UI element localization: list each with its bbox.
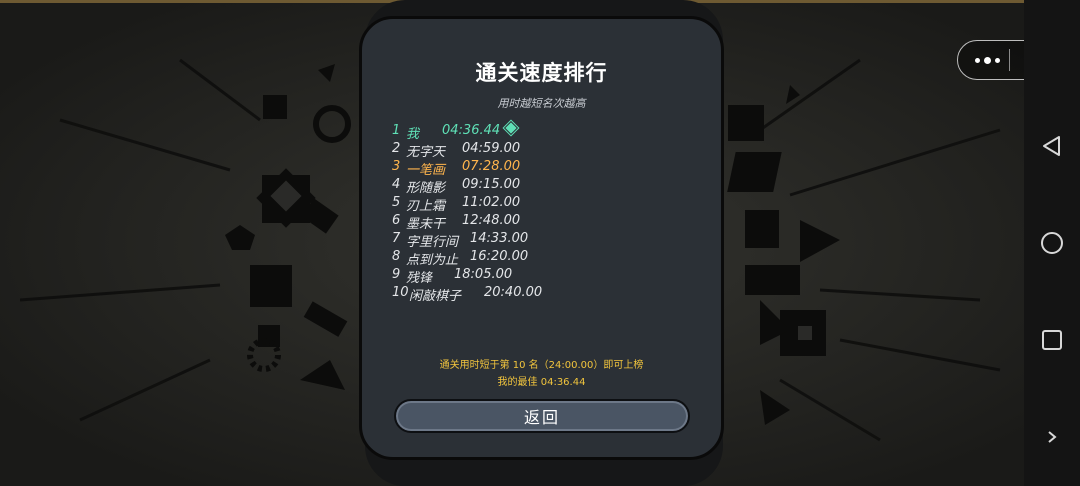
square-recents-icon[interactable] — [1038, 326, 1066, 354]
ranking-row: 4 形随影 09:15.00 — [392, 177, 692, 196]
player-name: 残锋 — [406, 271, 433, 286]
gem-icon — [504, 120, 519, 136]
time-cell: 07:28.00 — [462, 159, 520, 174]
clear-time: 04:59.00 — [462, 141, 521, 156]
rank-number: 7 — [392, 231, 401, 246]
player-name: 点到为止 — [406, 253, 459, 268]
time-cell: 20:40.00 — [484, 285, 542, 300]
ranking-row: 10 闲敲棋子 20:40.00 — [392, 285, 692, 304]
time-cell: 12:48.00 — [462, 213, 520, 228]
rank-number: 1 — [392, 123, 401, 138]
more-dots-icon[interactable] — [970, 49, 1004, 71]
player-name: 我 — [406, 127, 420, 142]
ranking-row: 7 字里行间 14:33.00 — [392, 231, 692, 250]
ranking-row: 6 墨未干 12:48.00 — [392, 213, 692, 232]
clear-time: 04:36.44 — [442, 123, 501, 138]
rank-number: 8 — [392, 249, 401, 264]
player-name: 形随影 — [406, 181, 446, 196]
rank-number: 2 — [392, 141, 401, 156]
personal-best: 我的最佳 04:36.44 — [497, 377, 586, 388]
clear-time: 11:02.00 — [462, 195, 521, 210]
ranking-list: 1 我 04:36.44 2 无字天 04:59.00 3 一笔画 07:28.00 4 形随影 09… — [392, 120, 692, 304]
player-name: 刃上霜 — [406, 199, 446, 214]
ranking-row: 9 残锋 18:05.00 — [392, 267, 692, 286]
rank-number: 5 — [392, 195, 401, 210]
time-cell: 16:20.00 — [470, 249, 528, 264]
ranking-row: 5 刃上霜 11:02.00 — [392, 195, 692, 214]
dialog-subtitle: 用时越短名次越高 — [497, 97, 586, 110]
player-name: 一笔画 — [406, 163, 446, 178]
circle-home-icon[interactable] — [1038, 229, 1066, 257]
ranking-row: 8 点到为止 16:20.00 — [392, 249, 692, 268]
back-button[interactable]: 返回 — [394, 399, 690, 433]
system-nav-bar — [1024, 0, 1080, 486]
ranking-row: 3 一笔画 07:28.00 — [392, 159, 692, 178]
player-name: 字里行间 — [406, 235, 459, 250]
clear-time: 16:20.00 — [470, 249, 529, 264]
clear-time: 07:28.00 — [462, 159, 521, 174]
rank-number: 9 — [392, 267, 401, 282]
rank-number: 6 — [392, 213, 401, 228]
clear-time: 14:33.00 — [470, 231, 529, 246]
time-cell: 09:15.00 — [462, 177, 520, 192]
player-name: 闲敲棋子 — [409, 289, 462, 304]
time-cell: 11:02.00 — [462, 195, 520, 210]
capsule-divider — [1009, 49, 1010, 71]
dialog-title: 通关速度排行 — [475, 61, 608, 85]
ranking-row: 1 我 04:36.44 — [392, 120, 692, 142]
ranking-row: 2 无字天 04:59.00 — [392, 141, 692, 160]
time-cell: 18:05.00 — [454, 267, 512, 282]
time-cell: 04:59.00 — [462, 141, 520, 156]
chevron-right-icon[interactable] — [1038, 423, 1066, 451]
clear-time: 18:05.00 — [454, 267, 513, 282]
player-name: 墨未干 — [406, 217, 446, 232]
rank-number: 4 — [392, 177, 401, 192]
player-name: 无字天 — [406, 145, 446, 160]
time-cell: 04:36.44 — [442, 120, 519, 138]
qualify-note: 通关用时短于第 10 名（24:00.00）即可上榜 — [439, 360, 644, 371]
triangle-back-icon[interactable] — [1038, 132, 1066, 160]
time-cell: 14:33.00 — [470, 231, 528, 246]
rank-number: 10 — [392, 285, 409, 300]
clear-time: 20:40.00 — [484, 285, 543, 300]
ranking-dialog: 通关速度排行 用时越短名次越高 1 我 04:36.44 2 无字天 04:59.00 3 一… — [359, 16, 724, 460]
clear-time: 12:48.00 — [462, 213, 521, 228]
rank-number: 3 — [392, 159, 401, 174]
clear-time: 09:15.00 — [462, 177, 521, 192]
